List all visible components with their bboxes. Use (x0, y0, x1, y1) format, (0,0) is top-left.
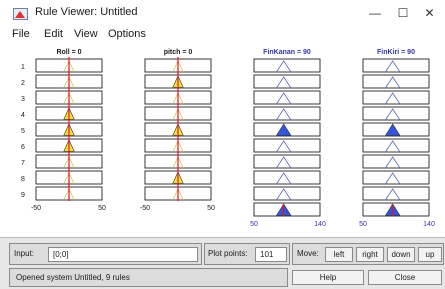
rule-number-4: 4 (21, 112, 25, 119)
roll-header: Roll = 0 (56, 49, 81, 56)
menu-file[interactable]: File (12, 28, 30, 40)
move-up-button[interactable]: up (418, 247, 442, 262)
rule-number-2: 2 (21, 80, 25, 87)
matlab-figure-icon (13, 8, 28, 20)
status-group: Opened system Untitled, 9 rules (9, 268, 288, 287)
finkiri-range-min: 50 (359, 221, 367, 228)
input-field[interactable]: [0;0] (48, 247, 198, 262)
menu-options[interactable]: Options (108, 28, 146, 40)
rule-number-7: 7 (21, 160, 25, 167)
finkiri-header: FinKiri = 90 (377, 49, 415, 56)
status-text: Opened system Untitled, 9 rules (16, 273, 130, 282)
move-left-button[interactable]: left (325, 247, 353, 262)
plot-points-field[interactable]: 101 (255, 247, 287, 262)
finkanan-range-min: 50 (250, 221, 258, 228)
control-panel: Input: [0;0] Plot points: 101 Move: left… (0, 237, 445, 289)
rule-number-1: 1 (21, 64, 25, 71)
plot-points-group: Plot points: 101 (204, 243, 290, 265)
finkiri-range-max: 140 (423, 221, 435, 228)
rule-number-9: 9 (21, 192, 25, 199)
plot-points-label: Plot points: (208, 249, 248, 258)
rule-plot-area: Roll = 0 pitch = 0 FinKanan = 90 FinKiri = … (0, 44, 445, 237)
pitch-range-min: -50 (140, 205, 150, 212)
menu-edit[interactable]: Edit (44, 28, 63, 40)
move-group: Move: left right down up (292, 243, 444, 265)
rule-number-5: 5 (21, 128, 25, 135)
close-icon[interactable]: ✕ (414, 2, 445, 24)
rule-plot-canvas[interactable]: Roll = 0 pitch = 0 FinKanan = 90 FinKiri = … (0, 44, 445, 237)
roll-range-min: -50 (31, 205, 41, 212)
finkanan-header: FinKanan = 90 (263, 49, 311, 56)
help-button[interactable]: Help (292, 270, 364, 285)
pitch-range-max: 50 (207, 205, 215, 212)
finkanan-range-max: 140 (314, 221, 326, 228)
rule-number-6: 6 (21, 144, 25, 151)
move-down-button[interactable]: down (387, 247, 415, 262)
menu-view[interactable]: View (74, 28, 98, 40)
window-title: Rule Viewer: Untitled (35, 6, 138, 18)
roll-range-max: 50 (98, 205, 106, 212)
menu-bar: File Edit View Options (0, 26, 445, 44)
close-button[interactable]: Close (368, 270, 442, 285)
rule-number-3: 3 (21, 96, 25, 103)
pitch-header: pitch = 0 (164, 49, 193, 56)
move-right-button[interactable]: right (356, 247, 384, 262)
input-label: Input: (14, 249, 35, 258)
input-group: Input: [0;0] (9, 243, 202, 265)
title-bar: Rule Viewer: Untitled — ☐ ✕ (0, 0, 445, 26)
move-label: Move: (297, 249, 319, 258)
rule-number-8: 8 (21, 176, 25, 183)
